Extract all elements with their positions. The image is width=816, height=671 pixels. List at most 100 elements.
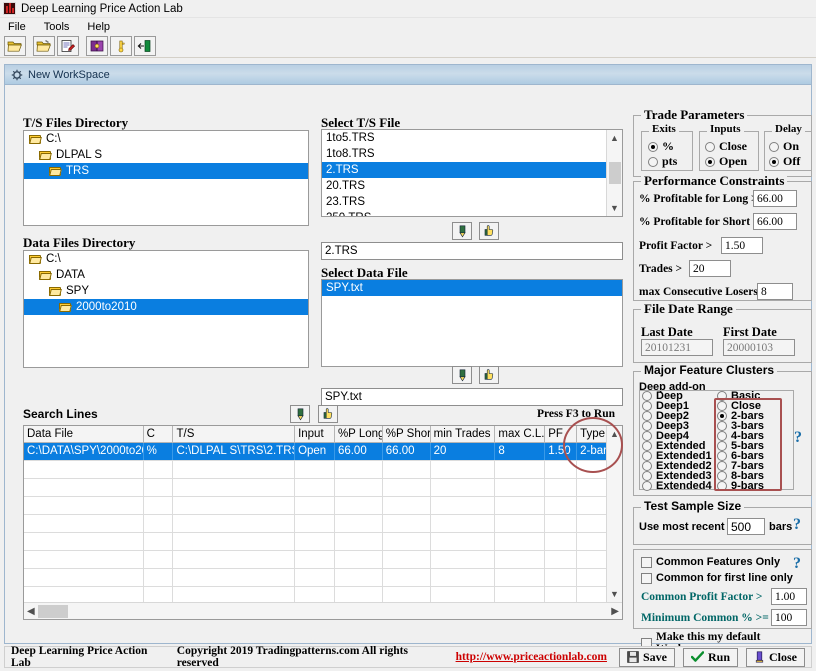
- list-item[interactable]: DATA: [24, 267, 308, 283]
- column-header-min-trades[interactable]: min Trades: [431, 426, 496, 442]
- list-item[interactable]: 23.TRS: [322, 194, 622, 210]
- table-row[interactable]: [24, 497, 622, 515]
- run-button[interactable]: Run: [682, 647, 738, 667]
- exits-pts-radio[interactable]: pts: [648, 154, 677, 169]
- radio-icon: [717, 481, 727, 491]
- column-header-data-file[interactable]: Data File: [24, 426, 144, 442]
- common-help-button[interactable]: ?: [793, 555, 801, 573]
- column-header-p-short[interactable]: %P Shor: [383, 426, 431, 442]
- scroll-up-icon[interactable]: ▲: [607, 130, 622, 146]
- delay-on-radio[interactable]: On: [769, 139, 799, 154]
- list-item[interactable]: TRS: [24, 163, 308, 179]
- table-row[interactable]: [24, 551, 622, 569]
- scrollbar-thumb[interactable]: [609, 162, 621, 184]
- common-features-only-checkbox[interactable]: Common Features Only: [641, 556, 780, 568]
- list-item[interactable]: 2000to2010: [24, 299, 308, 315]
- data-file-thumb-button[interactable]: [479, 366, 499, 384]
- folder-icon: [59, 302, 72, 313]
- profitable-short-input[interactable]: 66.00: [753, 213, 797, 230]
- column-header-input[interactable]: Input: [295, 426, 335, 442]
- scroll-left-icon[interactable]: ◀: [27, 606, 35, 617]
- table-row[interactable]: [24, 479, 622, 497]
- list-item[interactable]: 2.TRS: [322, 162, 622, 178]
- table-row[interactable]: [24, 533, 622, 551]
- common-first-line-only-checkbox[interactable]: Common for first line only: [641, 572, 793, 584]
- ts-file-scrollbar[interactable]: ▲ ▼: [606, 130, 622, 216]
- inputs-close-radio[interactable]: Close: [705, 139, 747, 154]
- grid-vertical-scrollbar[interactable]: ▲ ▼: [606, 426, 622, 602]
- list-item[interactable]: 20.TRS: [322, 178, 622, 194]
- grid-horizontal-scrollbar[interactable]: ◀ ▶: [24, 602, 622, 619]
- select-data-file-list[interactable]: SPY.txt: [321, 279, 623, 367]
- radio-icon: [642, 451, 652, 461]
- book-icon[interactable]: [86, 36, 108, 56]
- edit-workspace-icon[interactable]: [57, 36, 79, 56]
- test-sample-input[interactable]: 500: [727, 518, 765, 535]
- column-header-pf[interactable]: PF: [545, 426, 578, 442]
- trades-input[interactable]: 20: [689, 260, 731, 277]
- table-row[interactable]: C:\DATA\SPY\2000to20 % C:\DLPAL S\TRS\2.…: [24, 443, 622, 461]
- footer-link[interactable]: http://www.priceactionlab.com: [456, 651, 607, 663]
- search-lines-grid[interactable]: Data File C T/S Input %P Long %P Shor mi…: [23, 425, 623, 620]
- exits-percent-radio[interactable]: %: [648, 139, 674, 154]
- radio-label: 9-bars: [731, 480, 765, 492]
- scroll-down-icon[interactable]: ▼: [607, 200, 622, 216]
- select-ts-file-list[interactable]: 1to5.TRS 1to8.TRS 2.TRS 20.TRS 23.TRS 25…: [321, 129, 623, 217]
- search-lines-thumb-button[interactable]: [318, 405, 338, 423]
- profitable-long-input[interactable]: 66.00: [753, 190, 797, 207]
- table-row[interactable]: [24, 461, 622, 479]
- open-folder-icon[interactable]: [4, 36, 26, 56]
- profit-factor-input[interactable]: 1.50: [721, 237, 763, 254]
- list-item[interactable]: 1to5.TRS: [322, 130, 622, 146]
- list-item[interactable]: DLPAL S: [24, 147, 308, 163]
- list-item[interactable]: C:\: [24, 251, 308, 267]
- save-button[interactable]: Save: [618, 647, 675, 667]
- column-header-ts[interactable]: T/S: [173, 426, 296, 442]
- minimum-common-input[interactable]: 100: [771, 609, 807, 626]
- menu-help[interactable]: Help: [85, 20, 112, 34]
- feature-clusters-help-button[interactable]: ?: [794, 429, 802, 447]
- search-lines-pen-button[interactable]: [290, 405, 310, 423]
- key-icon[interactable]: [110, 36, 132, 56]
- data-files-directory-list[interactable]: C:\ DATA SPY 2000to2010: [23, 250, 309, 368]
- scrollbar-thumb[interactable]: [38, 605, 68, 618]
- radio-icon: [642, 411, 652, 421]
- delay-off-radio[interactable]: Off: [769, 154, 800, 169]
- column-header-p-long[interactable]: %P Long: [335, 426, 383, 442]
- common-profit-factor-input[interactable]: 1.00: [771, 588, 807, 605]
- close-button[interactable]: Close: [746, 647, 805, 667]
- ts-file-pen-button[interactable]: [452, 222, 472, 240]
- ts-file-value[interactable]: 2.TRS: [321, 242, 623, 260]
- ts-files-directory-list[interactable]: C:\ DLPAL S TRS: [23, 130, 309, 226]
- list-item[interactable]: 250.TRS: [322, 210, 622, 216]
- table-row[interactable]: [24, 569, 622, 587]
- column-header-c[interactable]: C: [144, 426, 174, 442]
- cluster-extended4-radio[interactable]: Extended4: [642, 480, 722, 492]
- radio-icon: [717, 431, 727, 441]
- max-consecutive-losers-input[interactable]: 8: [757, 283, 793, 300]
- column-header-max-cl[interactable]: max C.L.: [495, 426, 546, 442]
- test-sample-help-button[interactable]: ?: [793, 516, 801, 534]
- last-date-input[interactable]: 20101231: [641, 339, 713, 356]
- scroll-down-icon[interactable]: ▼: [607, 586, 622, 602]
- list-item[interactable]: SPY: [24, 283, 308, 299]
- scroll-up-icon[interactable]: ▲: [607, 426, 622, 442]
- first-date-input[interactable]: 20000103: [723, 339, 795, 356]
- mdi-child-window: New WorkSpace T/S Files Directory C:\ DL…: [4, 64, 812, 655]
- menu-tools[interactable]: Tools: [42, 20, 72, 34]
- radio-icon: [717, 451, 727, 461]
- exit-icon[interactable]: [134, 36, 156, 56]
- inputs-open-radio[interactable]: Open: [705, 154, 747, 169]
- scroll-right-icon[interactable]: ▶: [611, 606, 619, 617]
- open-workspace-icon[interactable]: [33, 36, 55, 56]
- list-item[interactable]: C:\: [24, 131, 308, 147]
- ts-file-thumb-button[interactable]: [479, 222, 499, 240]
- list-item[interactable]: 1to8.TRS: [322, 146, 622, 162]
- menu-file[interactable]: File: [6, 20, 28, 34]
- list-item[interactable]: SPY.txt: [322, 280, 622, 296]
- data-file-value[interactable]: SPY.txt: [321, 388, 623, 406]
- table-row[interactable]: [24, 515, 622, 533]
- data-file-pen-button[interactable]: [452, 366, 472, 384]
- cluster-9bars-radio[interactable]: 9-bars: [717, 480, 787, 492]
- grid-header: Data File C T/S Input %P Long %P Shor mi…: [24, 426, 622, 443]
